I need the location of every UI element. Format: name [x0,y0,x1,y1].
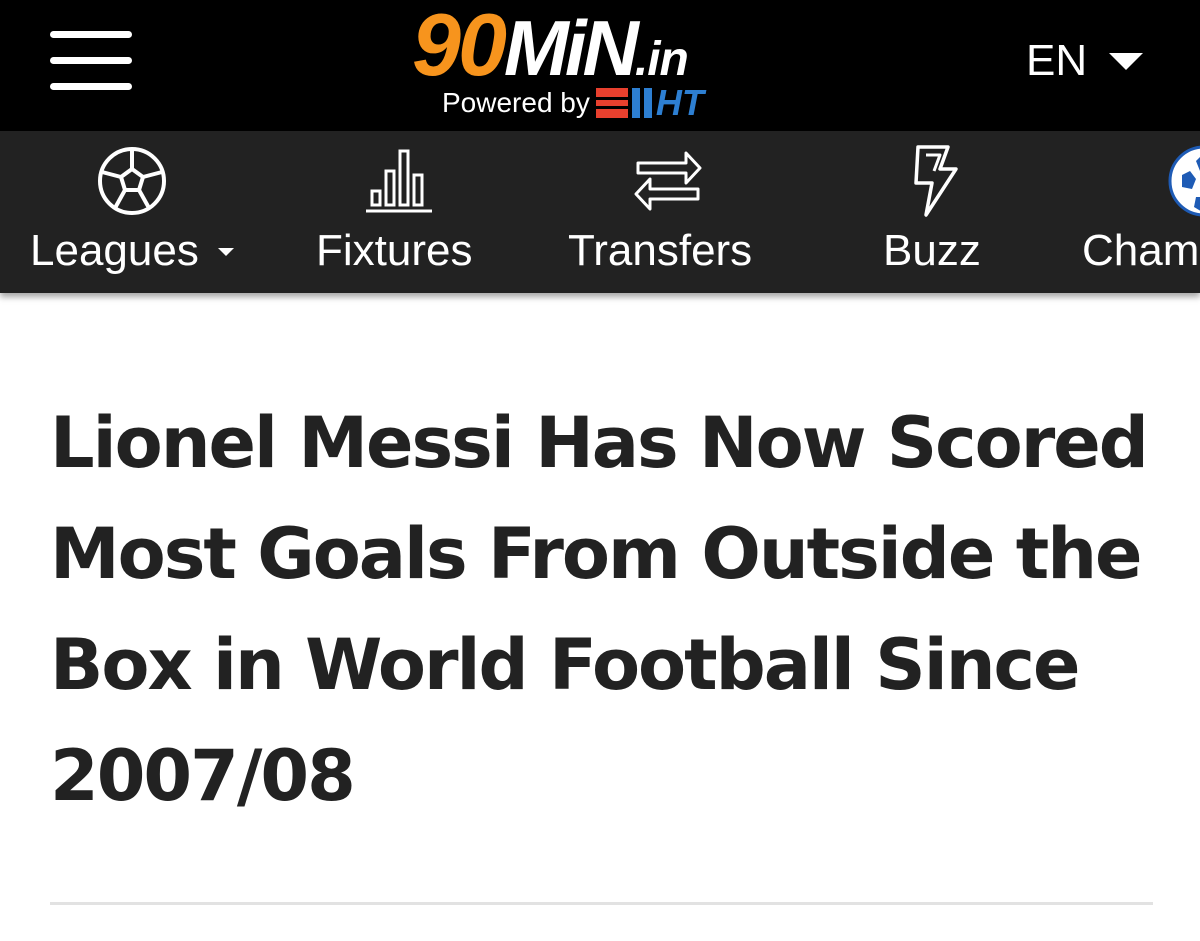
menu-line [50,31,132,38]
hamburger-menu-button[interactable] [50,28,134,94]
nav-item-transfers[interactable]: Transfers [566,131,776,293]
powered-by-text: Powered by [442,87,590,118]
logo-domain: .in [634,33,689,86]
lightning-icon [914,145,958,217]
ht-logo-bar [643,88,652,118]
nav-item-label: Leagues [30,226,199,275]
bar-chart-icon [366,149,432,213]
site-logo[interactable]: 90MiN.in Powered by HT [412,0,792,124]
logo-word: MiN [503,4,639,92]
menu-line [50,83,132,90]
nav-item-buzz[interactable]: Buzz [880,131,1000,293]
divider [50,902,1153,905]
ht-logo: HT [595,82,704,123]
powered-by: Powered by HT [442,82,704,123]
nav-item-fixtures[interactable]: Fixtures [312,131,492,293]
article-headline: Lionel Messi Has Now Scored Most Goals F… [50,402,1149,817]
ht-logo-red-block [595,88,628,118]
top-header: 90MiN.in Powered by HT EN [0,0,1200,131]
category-nav: Leagues Fixtures Transfers Buzz Cham [0,131,1200,293]
ht-logo-bar [631,88,640,118]
language-selector[interactable]: EN [1026,36,1144,86]
nav-item-label: Fixtures [316,226,473,275]
nav-item-leagues[interactable]: Leagues [28,131,248,293]
nav-item-champions[interactable]: Cham [1078,131,1200,293]
transfer-arrows-icon [634,151,702,211]
nav-item-label: Cham [1082,226,1200,275]
caret-down-icon [1109,52,1144,70]
soccer-ball-icon [98,147,166,215]
menu-line [50,57,132,64]
caret-down-icon [218,248,234,256]
champions-league-ball-icon [1168,145,1200,217]
nav-item-label: Transfers [568,226,753,275]
language-label: EN [1026,36,1088,85]
nav-item-label: Buzz [883,226,981,275]
ht-logo-text: HT [655,82,704,123]
logo-number: 90 [412,0,507,94]
